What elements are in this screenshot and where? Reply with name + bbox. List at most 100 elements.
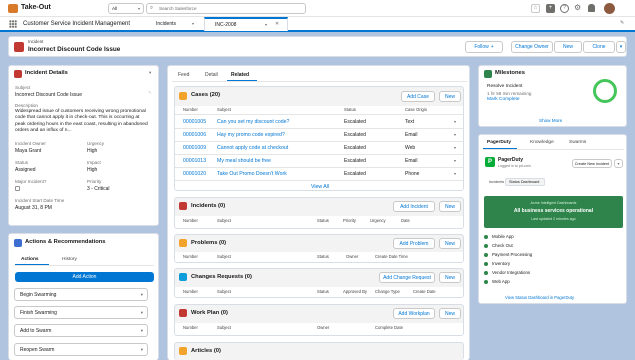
new-problem-button[interactable]: New (439, 238, 461, 249)
pagerduty-sub: Logged in to pd.com (498, 164, 531, 168)
service-status-icon (484, 271, 488, 275)
row-actions-icon[interactable]: ▾ (454, 171, 456, 176)
new-workplan-button[interactable]: New (439, 308, 461, 319)
tab-actions[interactable]: Actions (21, 257, 39, 262)
add-action-button[interactable]: Add Action (15, 272, 154, 282)
step-reopen-swarm[interactable]: Reopen Swarm ▾ (14, 343, 148, 356)
tab-incidents[interactable]: Incidents ▾ (154, 19, 200, 30)
subtab-status-dashboard[interactable]: Status Dashboard (505, 178, 545, 186)
step-begin-swarming[interactable]: Begin Swarming ▾ (14, 288, 148, 301)
star-icon[interactable]: ☆ (531, 4, 540, 13)
new-change-request-button[interactable]: New (439, 272, 461, 283)
case-number-link[interactable]: 00001013 (183, 158, 206, 164)
case-subject-link[interactable]: Can you set my discount code? (217, 119, 289, 125)
service-item: Check Out (492, 243, 513, 248)
chevron-down-icon: ▾ (265, 22, 268, 27)
view-all-link[interactable]: View All (311, 184, 329, 190)
owner-value: Maya Grant (15, 148, 42, 154)
service-item: Mobile App (492, 234, 514, 239)
incident-icon (179, 202, 187, 210)
tab-feed[interactable]: Feed (178, 72, 189, 78)
record-object-label: Incident (28, 39, 44, 44)
search-scope[interactable]: All ▾ (108, 3, 144, 14)
avatar[interactable] (604, 3, 615, 14)
case-subject-link[interactable]: Take Out Promo Doesn't Work (217, 171, 287, 177)
tab-history[interactable]: History (62, 257, 77, 262)
tab-pagerduty[interactable]: PagerDuty (487, 140, 511, 145)
chevron-down-icon: ▾ (140, 328, 143, 333)
change-owner-button[interactable]: Change Owner (511, 41, 553, 53)
bell-icon[interactable] (588, 4, 595, 12)
row-actions-icon[interactable]: ▾ (454, 145, 456, 150)
cases-title: Cases (20) (191, 92, 221, 98)
view-status-dashboard-link[interactable]: View Status Dashboard in PagerDuty (505, 295, 574, 300)
add-change-request-button[interactable]: Add Change Request (379, 272, 435, 283)
row-actions-icon[interactable]: ▾ (454, 132, 456, 137)
banner-small-text: Acme Intelligent Dashboards (530, 201, 577, 205)
create-new-incident-button[interactable]: Create New Incident (572, 159, 612, 168)
add-problem-button[interactable]: Add Problem (393, 238, 435, 249)
add-case-button[interactable]: Add Case (401, 91, 435, 102)
articles-related-list: Articles (0) (174, 342, 464, 360)
tab-related[interactable]: Related (231, 72, 249, 78)
edit-nav-icon[interactable]: ✎ (620, 20, 624, 26)
row-actions-icon[interactable]: ▾ (454, 158, 456, 163)
case-number-link[interactable]: 00001020 (183, 171, 206, 177)
help-icon[interactable]: ? (560, 4, 569, 13)
milestone-name: Resolve Incident (487, 84, 523, 89)
show-more-link[interactable]: Show More (539, 118, 562, 123)
service-status-icon (484, 253, 488, 257)
case-number-link[interactable]: 00001005 (183, 119, 206, 125)
step-finish-swarming[interactable]: Finish Swarming ▾ (14, 306, 148, 319)
new-button[interactable]: New (554, 41, 582, 53)
more-actions-button[interactable]: ▾ (616, 41, 626, 53)
milestone-progress-ring (593, 79, 617, 103)
banner-sub-text: Last updated 2 minutes ago (531, 217, 576, 221)
new-case-button[interactable]: New (439, 91, 461, 102)
case-icon (179, 92, 187, 100)
case-number-link[interactable]: 00001009 (183, 145, 206, 151)
app-launcher-icon[interactable] (9, 20, 17, 28)
service-status-icon (484, 280, 488, 284)
case-subject-link[interactable]: Hay my promo code expired? (217, 132, 285, 138)
details-icon (14, 70, 22, 78)
tab-knowledge[interactable]: Knowledge (530, 140, 554, 145)
chevron-down-icon[interactable]: ▾ (149, 70, 151, 76)
case-subject-link[interactable]: Cannot apply code at checkout (217, 145, 288, 151)
impact-value: High (87, 167, 98, 173)
status-value: Assigned (15, 167, 36, 173)
search-input[interactable]: ⌕ Search Salesforce (146, 3, 306, 14)
clone-button[interactable]: Clone (583, 41, 615, 53)
follow-button[interactable]: Follow + (465, 41, 503, 53)
tab-swarms[interactable]: Swarms (569, 140, 586, 145)
tab-detail[interactable]: Detail (205, 72, 218, 78)
add-icon[interactable]: + (546, 4, 555, 13)
app-nav-bar: Customer Service Incident Management Inc… (0, 17, 635, 32)
edit-icon[interactable]: ✎ (148, 90, 152, 96)
pagerduty-menu-button[interactable]: ▾ (614, 159, 623, 168)
case-number-link[interactable]: 00001006 (183, 132, 206, 138)
service-status-icon (484, 244, 488, 248)
service-item: Web App (492, 279, 510, 284)
milestone-icon (484, 70, 492, 78)
mark-complete-link[interactable]: Mark Complete (487, 97, 520, 102)
step-add-to-swarm[interactable]: Add to Swarm ▾ (14, 324, 148, 337)
subtab-incidents[interactable]: Incidents (489, 180, 504, 184)
priority-value: 3 - Critical (87, 186, 110, 192)
new-incident-button[interactable]: New (439, 201, 461, 212)
add-incident-button[interactable]: Add Incident (393, 201, 435, 212)
milestone-remaining: 1 hr 58 min remaining (487, 91, 532, 96)
service-item: Inventory (492, 261, 511, 266)
article-icon (179, 347, 187, 355)
add-workplan-button[interactable]: Add Workplan (393, 308, 435, 319)
logo-icon (8, 4, 18, 13)
row-actions-icon[interactable]: ▾ (454, 119, 456, 124)
change-request-icon (179, 273, 187, 281)
problem-icon (179, 239, 187, 247)
close-icon[interactable]: ✕ (275, 21, 279, 27)
tab-record[interactable]: INC-2008 ▾ ✕ (204, 17, 288, 31)
pagerduty-name: PagerDuty (498, 157, 524, 163)
app-name: Customer Service Incident Management (23, 21, 131, 27)
gear-icon[interactable]: ⚙ (574, 3, 581, 12)
case-subject-link[interactable]: My meal should be free (217, 158, 271, 164)
